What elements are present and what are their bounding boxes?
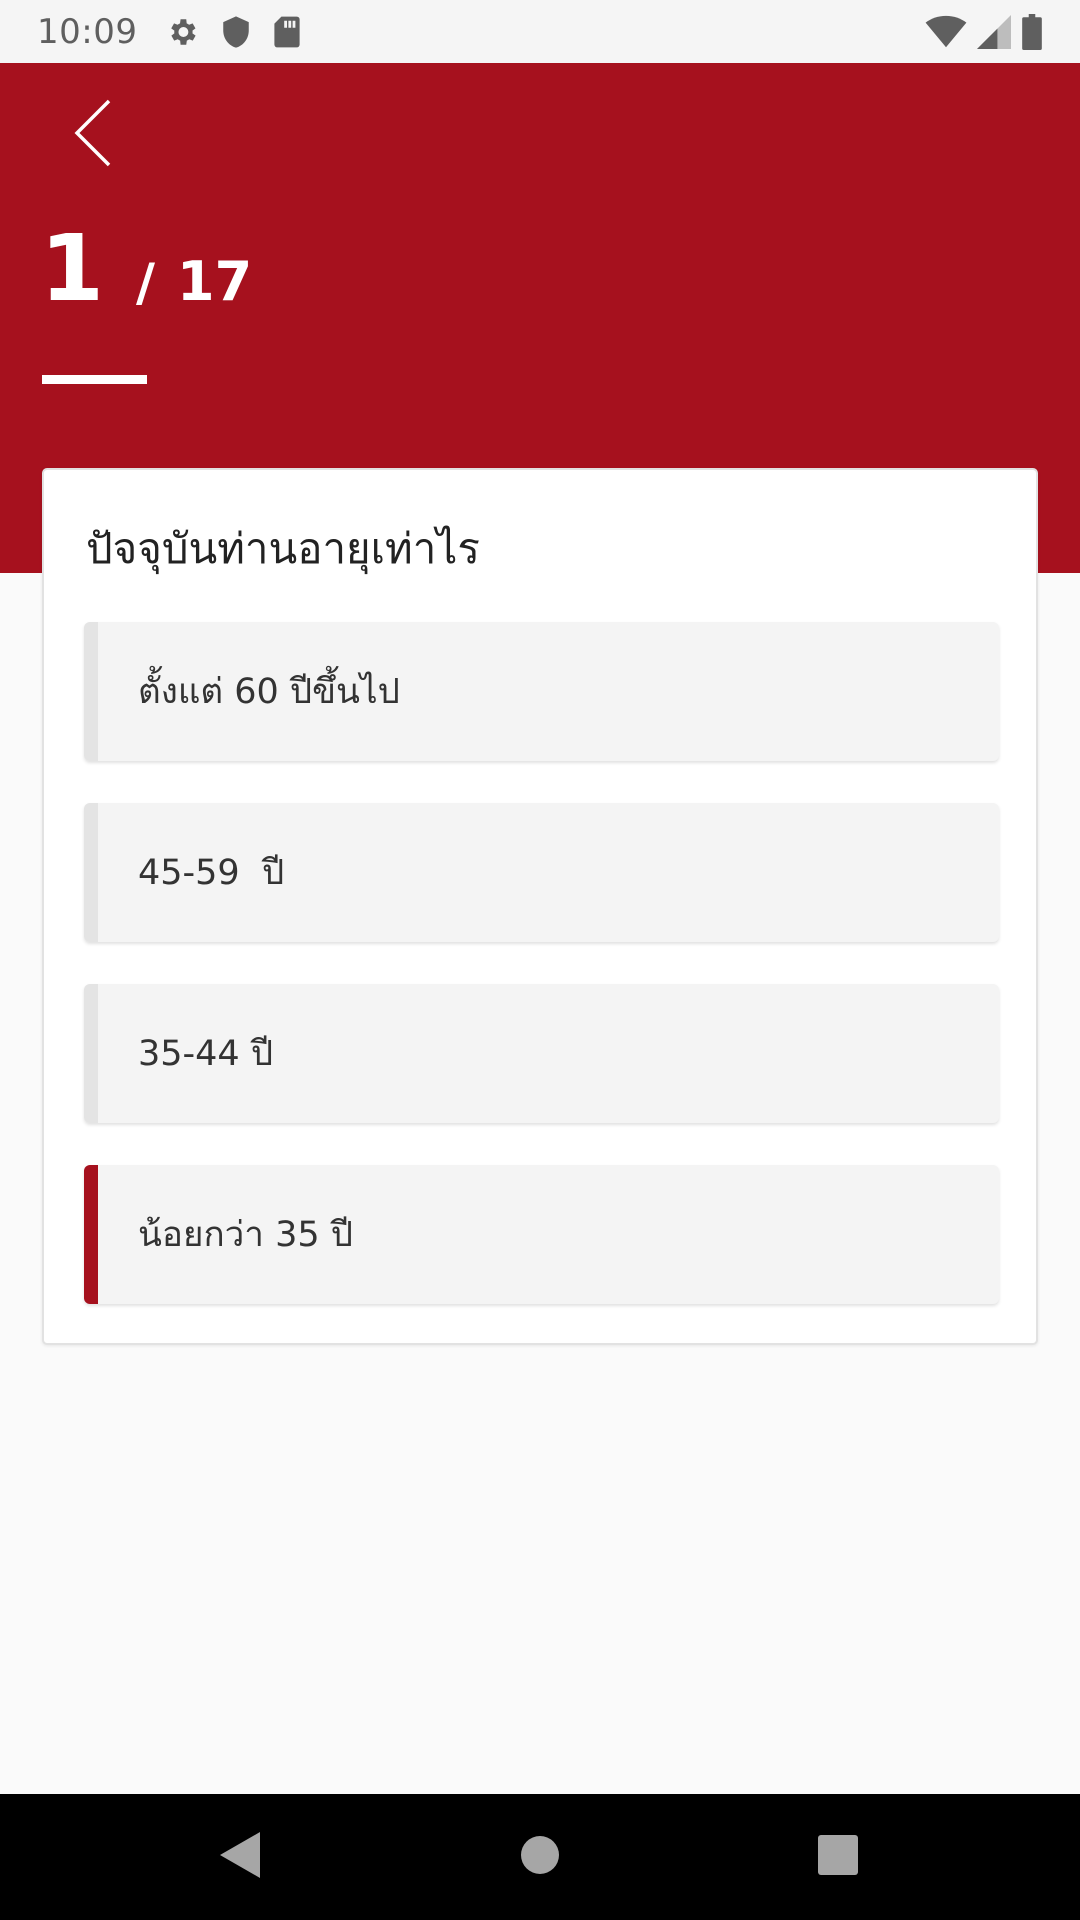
answer-option[interactable]: ตั้งแต่ 60 ปีขึ้นไป (84, 622, 999, 761)
progress-total: 17 (177, 250, 253, 313)
status-left-icons (165, 15, 301, 49)
system-nav-bar (0, 1794, 1080, 1920)
back-button[interactable] (58, 95, 128, 175)
option-indicator (84, 1165, 98, 1304)
question-progress: 1 / 17 (40, 223, 252, 315)
option-indicator (84, 803, 98, 942)
back-triangle-icon (216, 1830, 262, 1884)
option-indicator (84, 984, 98, 1123)
answer-option[interactable]: 45-59 ปี (84, 803, 999, 942)
option-indicator (84, 622, 98, 761)
home-circle-icon (519, 1834, 561, 1880)
status-bar: 10:09 (0, 0, 1080, 63)
battery-icon (1021, 13, 1043, 50)
option-label: ตั้งแต่ 60 ปีขึ้นไป (138, 672, 400, 712)
sd-card-icon (273, 15, 301, 49)
cell-signal-icon (977, 14, 1011, 49)
status-time: 10:09 (37, 11, 138, 52)
option-label: น้อยกว่า 35 ปี (138, 1215, 353, 1255)
nav-home-button[interactable] (507, 1824, 573, 1890)
progress-separator: / (136, 253, 156, 313)
recents-square-icon (817, 1834, 859, 1880)
question-title: ปัจจุบันท่านอายุเท่าไร (86, 524, 480, 573)
screen: 10:09 1 / 17 ปัจจุบันท่านอายุเท่าไร ตั้ง… (0, 0, 1080, 1920)
question-card: ปัจจุบันท่านอายุเท่าไร ตั้งแต่ 60 ปีขึ้น… (42, 468, 1038, 1345)
status-right-icons (925, 13, 1043, 50)
option-label: 45-59 ปี (138, 853, 285, 893)
wifi-icon (925, 15, 967, 49)
progress-current: 1 (40, 215, 105, 322)
answer-option[interactable]: 35-44 ปี (84, 984, 999, 1123)
chevron-left-icon (71, 97, 115, 173)
progress-underline (42, 375, 147, 384)
nav-recents-button[interactable] (805, 1824, 871, 1890)
nav-back-button[interactable] (206, 1824, 272, 1890)
shield-icon (221, 15, 251, 49)
answer-option-selected[interactable]: น้อยกว่า 35 ปี (84, 1165, 999, 1304)
option-label: 35-44 ปี (138, 1034, 274, 1074)
gear-icon (165, 15, 199, 49)
